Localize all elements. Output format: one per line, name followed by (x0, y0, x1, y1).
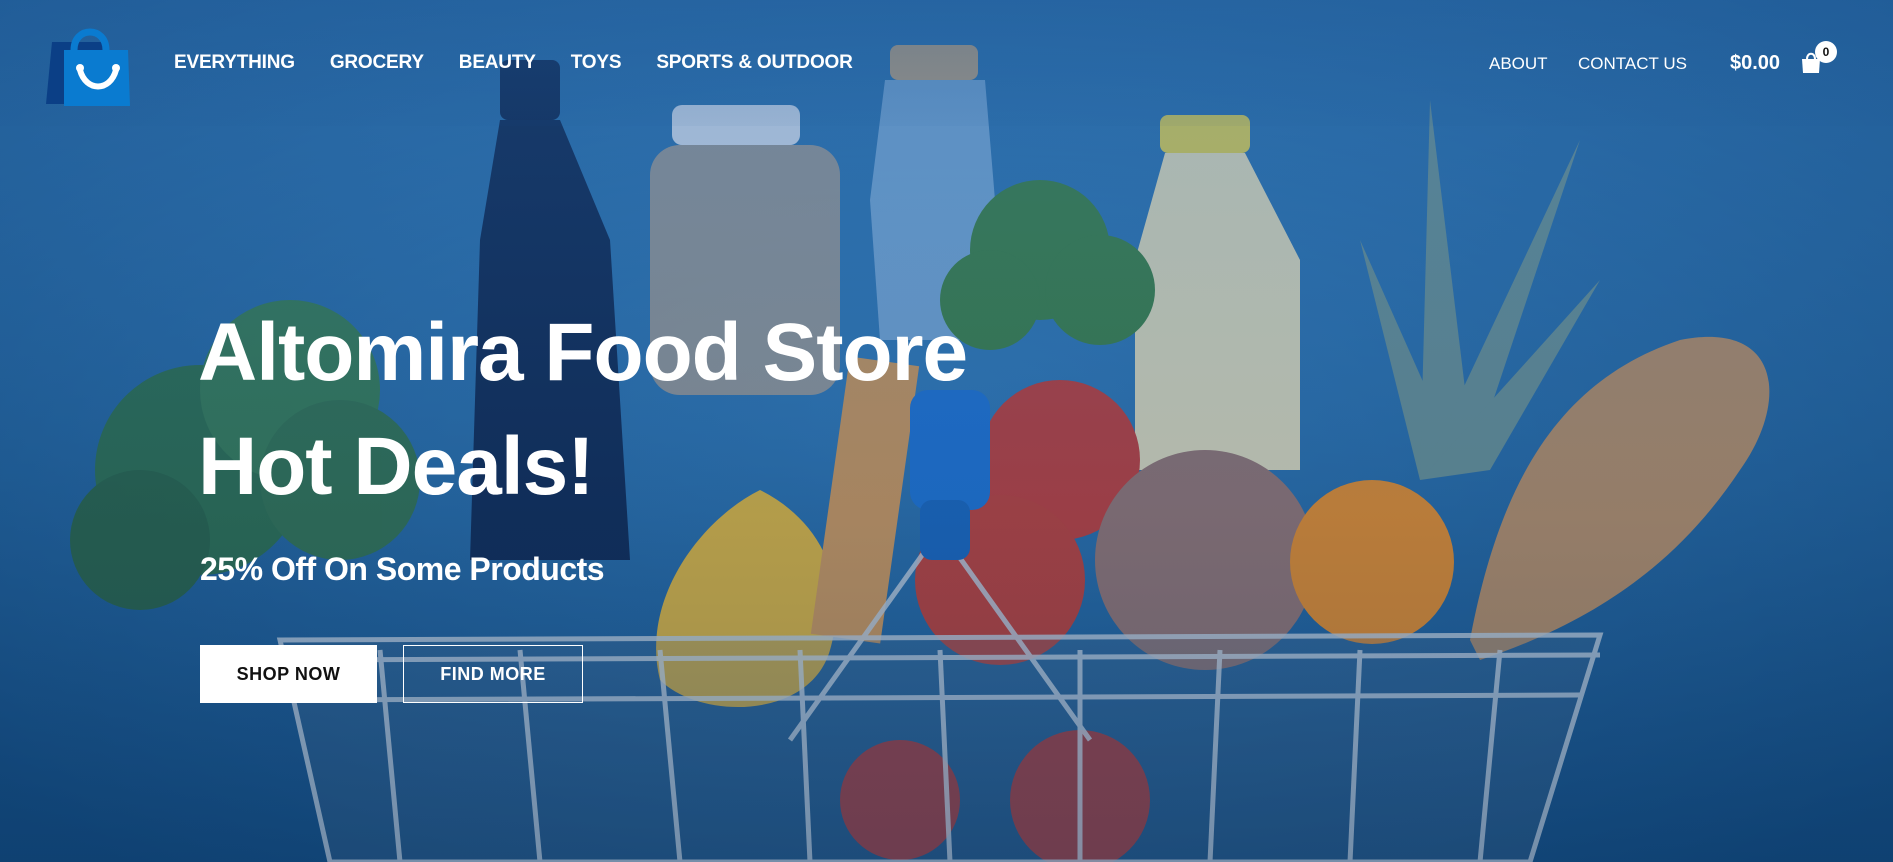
find-more-button[interactable]: FIND MORE (403, 645, 583, 703)
nav-item-everything[interactable]: EVERYTHING (174, 52, 295, 74)
nav-item-contact[interactable]: CONTACT US (1578, 54, 1687, 74)
hero-subtitle: 25% Off On Some Products (200, 551, 605, 587)
hero-title-line-2: Hot Deals! (198, 421, 595, 512)
shop-now-button[interactable]: SHOP NOW (200, 645, 377, 703)
hero-title: Altomira Food Store Hot Deals! (198, 296, 968, 524)
nav-item-beauty[interactable]: BEAUTY (459, 52, 536, 74)
nav-item-sports-outdoor[interactable]: SPORTS & OUTDOOR (656, 52, 853, 74)
nav-item-toys[interactable]: TOYS (571, 52, 622, 74)
hero-title-line-1: Altomira Food Store (198, 307, 968, 398)
store-logo-icon[interactable] (44, 20, 132, 108)
nav-item-grocery[interactable]: GROCERY (330, 52, 424, 74)
cart-count-badge: 0 (1815, 41, 1837, 63)
main-nav: EVERYTHING GROCERY BEAUTY TOYS SPORTS & … (174, 52, 888, 74)
cart-total[interactable]: $0.00 (1730, 52, 1780, 75)
nav-item-about[interactable]: ABOUT (1489, 54, 1548, 74)
